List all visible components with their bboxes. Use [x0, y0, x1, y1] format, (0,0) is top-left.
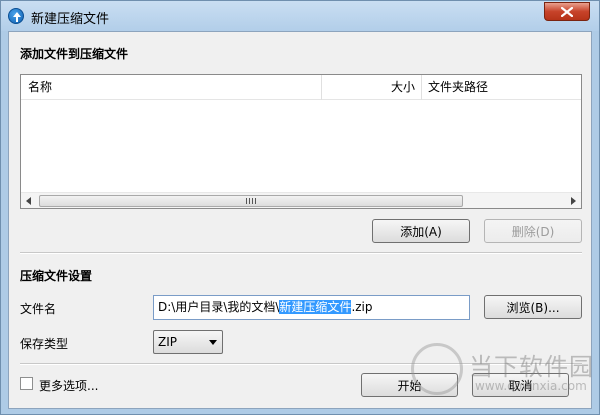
divider [20, 252, 582, 254]
browse-button[interactable]: 浏览(B)... [484, 295, 582, 319]
save-type-value: ZIP [158, 335, 177, 349]
start-button[interactable]: 开始 [361, 373, 458, 397]
more-options-checkbox[interactable] [20, 377, 33, 390]
filename-selected-text: 新建压缩文件 [279, 300, 352, 314]
title-bar[interactable]: 新建压缩文件 [1, 1, 599, 31]
app-logo-icon [8, 8, 24, 24]
horizontal-scrollbar[interactable] [21, 192, 581, 208]
column-header-name[interactable]: 名称 [21, 75, 322, 100]
close-icon [561, 6, 573, 17]
more-options-label[interactable]: 更多选项... [39, 377, 98, 394]
filename-extension: .zip [351, 300, 373, 314]
close-button[interactable] [544, 2, 590, 21]
filename-input[interactable]: D:\用户目录\我的文档\新建压缩文件.zip [153, 295, 470, 320]
add-button[interactable]: 添加(A) [372, 219, 470, 243]
delete-button[interactable]: 删除(D) [484, 219, 582, 243]
chevron-down-icon [209, 340, 217, 345]
window-title: 新建压缩文件 [31, 12, 110, 27]
scroll-right-button[interactable] [565, 193, 581, 209]
divider-bottom [20, 363, 582, 365]
column-header-size[interactable]: 大小 [322, 75, 422, 100]
save-type-label: 保存类型 [20, 337, 69, 351]
cancel-button[interactable]: 取消 [472, 373, 569, 397]
save-type-select[interactable]: ZIP [153, 330, 223, 354]
filename-label: 文件名 [20, 302, 57, 316]
filename-path-prefix: D:\用户目录\我的文档\ [158, 300, 280, 314]
scroll-thumb[interactable] [39, 195, 463, 207]
dialog-content: 添加文件到压缩文件 名称 大小 文件夹路径 添加(A) 删除(D) 压缩文件设置… [8, 31, 592, 409]
arrow-left-icon [26, 197, 31, 205]
file-list-body[interactable] [21, 101, 581, 192]
add-section-title: 添加文件到压缩文件 [20, 47, 129, 61]
column-header-folder-path[interactable]: 文件夹路径 [422, 75, 581, 100]
settings-section-title: 压缩文件设置 [20, 269, 93, 283]
file-list[interactable]: 名称 大小 文件夹路径 [20, 74, 582, 209]
scroll-left-button[interactable] [21, 193, 37, 209]
file-list-header: 名称 大小 文件夹路径 [21, 75, 581, 100]
dialog-window: 新建压缩文件 添加文件到压缩文件 名称 大小 文件夹路径 添加(A) 删除(D)… [0, 0, 600, 415]
arrow-right-icon [571, 197, 576, 205]
